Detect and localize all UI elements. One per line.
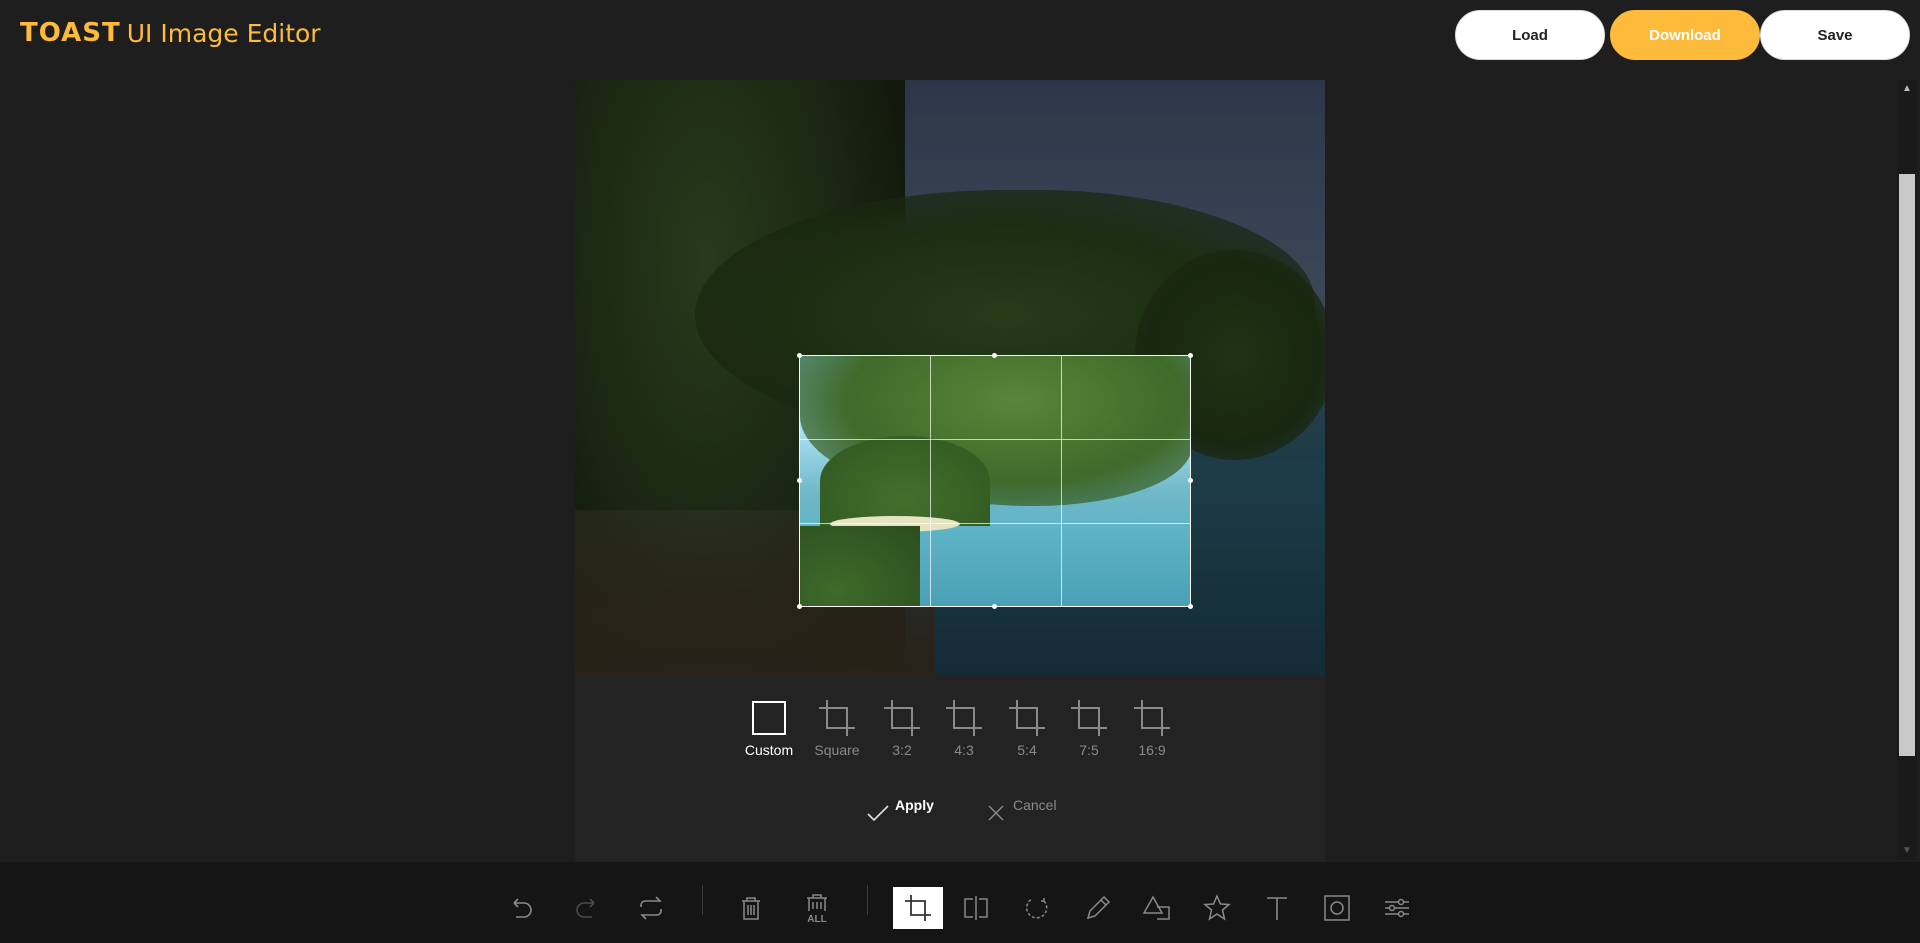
mask-icon xyxy=(1324,895,1350,921)
preset-16-9[interactable]: 16:9 xyxy=(1124,698,1180,758)
preset-4-3[interactable]: 4:3 xyxy=(936,698,992,758)
delete-all-button[interactable]: ALL xyxy=(796,887,838,929)
crop-handle-w[interactable] xyxy=(797,478,802,483)
filter-tool-button[interactable] xyxy=(1376,887,1418,929)
main-toolbar: ALL xyxy=(0,862,1920,943)
text-icon xyxy=(1267,897,1287,920)
crop-grid-line xyxy=(800,523,1190,524)
crop-submenu: Custom Square 3:2 4:3 5:4 7:5 16:9 Apply… xyxy=(575,676,1325,862)
crop-icon xyxy=(1071,700,1107,736)
reset-icon xyxy=(640,896,662,920)
cancel-label: Cancel xyxy=(1013,797,1057,813)
cancel-button[interactable]: Cancel xyxy=(983,797,1057,826)
preset-label: 16:9 xyxy=(1138,742,1166,758)
shape-icon xyxy=(1142,895,1170,920)
reset-button[interactable] xyxy=(630,887,672,929)
shape-tool-button[interactable] xyxy=(1136,887,1178,929)
rotate-tool-button[interactable] xyxy=(1016,887,1058,929)
crop-handle-s[interactable] xyxy=(992,604,997,609)
undo-icon xyxy=(513,898,532,918)
crop-presets: Custom Square 3:2 4:3 5:4 7:5 16:9 xyxy=(575,676,1325,766)
redo-icon xyxy=(576,898,595,918)
draw-tool-button[interactable] xyxy=(1077,887,1119,929)
mask-tool-button[interactable] xyxy=(1316,887,1358,929)
icon-tool-button[interactable] xyxy=(1196,887,1238,929)
preset-label: Custom xyxy=(744,742,794,758)
crop-handle-sw[interactable] xyxy=(797,604,802,609)
scroll-up-arrow-icon[interactable]: ▲ xyxy=(1897,80,1917,98)
close-icon xyxy=(988,805,1004,821)
custom-crop-icon xyxy=(752,701,786,735)
crop-icon xyxy=(819,700,855,736)
filter-icon xyxy=(1385,898,1409,918)
crop-handle-n[interactable] xyxy=(992,353,997,358)
toolbar-divider xyxy=(702,885,703,915)
preset-custom[interactable]: Custom xyxy=(741,698,797,758)
delete-all-text: ALL xyxy=(807,914,826,925)
preset-label: 7:5 xyxy=(1079,742,1099,758)
logo-brand: TOAST xyxy=(20,18,121,48)
flip-tool-button[interactable] xyxy=(955,887,997,929)
crop-icon xyxy=(946,700,982,736)
preset-square[interactable]: Square xyxy=(809,698,865,758)
toolbar-divider xyxy=(867,885,868,915)
app-logo: TOAST UI Image Editor xyxy=(20,16,321,50)
crop-zone[interactable] xyxy=(799,355,1191,607)
preset-label: 4:3 xyxy=(954,742,974,758)
draw-icon xyxy=(1086,895,1111,920)
preset-label: 5:4 xyxy=(1017,742,1037,758)
download-button[interactable]: Download xyxy=(1610,10,1760,60)
scroll-thumb[interactable] xyxy=(1899,174,1915,756)
flip-icon xyxy=(964,896,988,920)
star-icon xyxy=(1203,894,1231,921)
preset-label: Square xyxy=(814,742,860,758)
crop-handle-se[interactable] xyxy=(1188,604,1193,609)
text-tool-button[interactable] xyxy=(1256,887,1298,929)
apply-label: Apply xyxy=(895,797,934,813)
preset-7-5[interactable]: 7:5 xyxy=(1061,698,1117,758)
delete-icon xyxy=(742,897,760,920)
check-icon xyxy=(867,805,889,822)
image-canvas[interactable] xyxy=(575,80,1325,676)
crop-grid-line xyxy=(1061,356,1062,606)
crop-grid-line xyxy=(930,356,931,606)
logo-title: UI Image Editor xyxy=(126,18,321,48)
delete-all-icon: ALL xyxy=(807,894,827,925)
crop-handle-nw[interactable] xyxy=(797,353,802,358)
crop-icon xyxy=(905,895,931,921)
delete-button[interactable] xyxy=(730,887,772,929)
crop-tool-button[interactable] xyxy=(893,887,943,929)
preset-3-2[interactable]: 3:2 xyxy=(874,698,930,758)
vertical-scrollbar[interactable]: ▲ ▼ xyxy=(1897,80,1917,860)
crop-icon xyxy=(1134,700,1170,736)
preset-label: 3:2 xyxy=(892,742,912,758)
save-button[interactable]: Save xyxy=(1760,10,1910,60)
crop-icon xyxy=(884,700,920,736)
apply-button[interactable]: Apply xyxy=(865,797,934,826)
crop-handle-ne[interactable] xyxy=(1188,353,1193,358)
crop-handle-e[interactable] xyxy=(1188,478,1193,483)
redo-button[interactable] xyxy=(566,887,608,929)
scroll-down-arrow-icon[interactable]: ▼ xyxy=(1897,842,1917,860)
crop-grid-line xyxy=(800,439,1190,440)
preset-5-4[interactable]: 5:4 xyxy=(999,698,1055,758)
rotate-icon xyxy=(1025,896,1048,919)
crop-icon xyxy=(1009,700,1045,736)
load-button[interactable]: Load xyxy=(1455,10,1605,60)
undo-button[interactable] xyxy=(500,887,542,929)
